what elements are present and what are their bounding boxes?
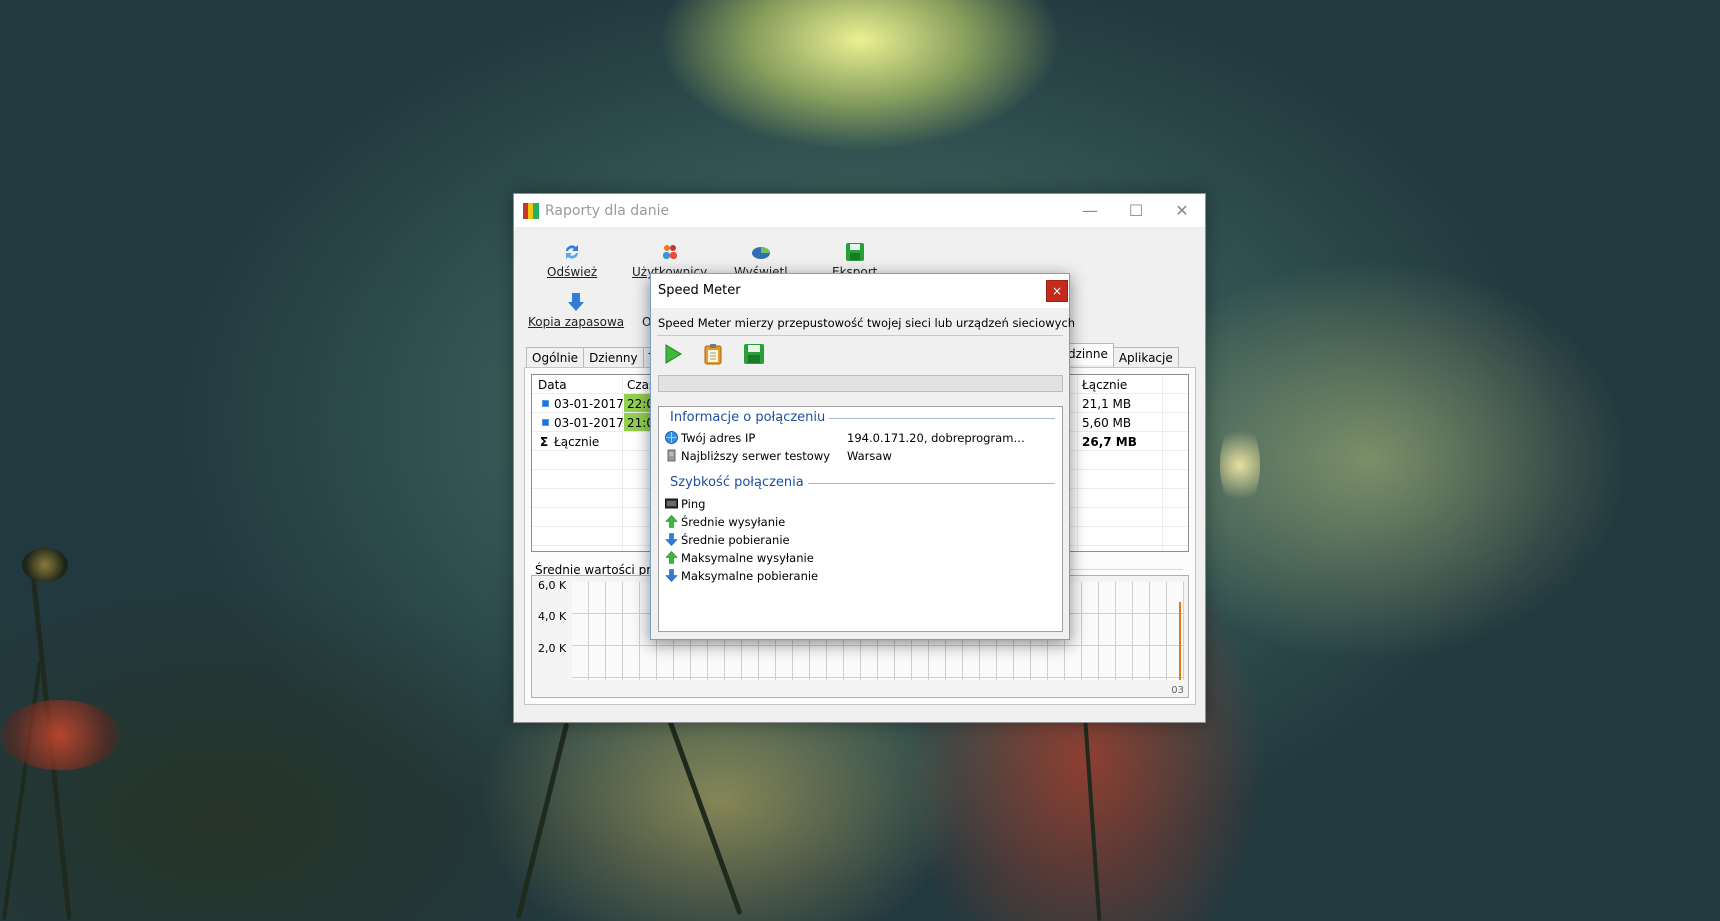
sum-label: Łącznie <box>554 435 600 449</box>
graph-y-label: 2,0 K <box>538 642 567 655</box>
section-connection-speed: Szybkość połączenia <box>670 475 808 490</box>
arrow-down-icon <box>665 569 678 582</box>
terminal-icon <box>665 498 678 509</box>
minimize-button[interactable]: — <box>1067 194 1113 227</box>
tab-general[interactable]: Ogólnie <box>526 347 585 367</box>
ip-address-value: 194.0.171.20, dobreprogramy sp. z o.o. <box>847 431 1025 445</box>
refresh-button[interactable]: Odśwież <box>547 242 597 279</box>
flower-bloom <box>1220 420 1260 510</box>
header-total[interactable]: Łącznie <box>1082 378 1127 392</box>
tab-strip-right: dzinne Aplikacje <box>1062 343 1179 367</box>
avg-download-label: Średnie pobieranie <box>681 533 790 547</box>
flower-stem <box>1 660 43 921</box>
speed-meter-dialog: Speed Meter × Speed Meter mierzy przepus… <box>650 273 1075 640</box>
flower-stem <box>662 705 743 916</box>
clipboard-icon[interactable] <box>702 343 724 365</box>
graph-x-label: 03 <box>1171 685 1184 696</box>
maximize-button[interactable]: ☐ <box>1113 194 1159 227</box>
app-icon <box>523 202 539 219</box>
sigma-icon: Σ <box>540 435 549 449</box>
description-separator <box>657 335 1063 336</box>
ip-address-label: Twój adres IP <box>681 431 756 445</box>
dialog-description: Speed Meter mierzy przepustowość twojej … <box>658 316 1076 330</box>
row-total: 5,60 MB <box>1082 416 1132 430</box>
main-titlebar[interactable]: Raporty dla danie — ☐ ✕ <box>514 194 1205 227</box>
max-download-label: Maksymalne pobieranie <box>681 569 819 583</box>
flower-stem <box>1082 710 1102 921</box>
connection-info-box: Informacje o połączeniu Twój adres IP 19… <box>658 406 1063 632</box>
test-server-value: Warsaw <box>847 449 892 463</box>
graph-y-label: 4,0 K <box>538 610 567 623</box>
row-total: 21,1 MB <box>1082 397 1132 411</box>
start-test-icon[interactable] <box>662 343 684 365</box>
flower-bloom <box>0 700 120 770</box>
test-progress-bar <box>658 375 1063 392</box>
section-divider <box>791 483 1055 484</box>
graph-y-label: 6,0 K <box>538 579 567 592</box>
section-connection-info: Informacje o połączeniu <box>670 410 830 425</box>
header-date[interactable]: Data <box>538 378 567 392</box>
arrow-up-icon <box>665 515 678 528</box>
backup-button[interactable]: Kopia zapasowa <box>528 292 624 329</box>
backup-label: Kopia zapasowa <box>528 315 625 329</box>
avg-upload-label: Średnie wysyłanie <box>681 515 786 529</box>
users-icon <box>662 245 677 259</box>
arrow-down-icon <box>568 293 585 311</box>
dialog-titlebar[interactable]: Speed Meter × <box>651 274 1069 308</box>
globe-icon <box>665 431 678 444</box>
graph-bar <box>1179 602 1181 680</box>
close-button[interactable]: ✕ <box>1159 194 1205 227</box>
tab-applications[interactable]: Aplikacje <box>1112 347 1179 367</box>
arrow-up-icon <box>665 551 678 564</box>
row-bullet-icon <box>542 419 549 426</box>
sum-total: 26,7 MB <box>1082 435 1137 449</box>
averages-separator <box>1055 569 1183 570</box>
row-bullet-icon <box>542 400 549 407</box>
max-upload-label: Maksymalne wysyłanie <box>681 551 814 565</box>
save-icon <box>845 243 864 261</box>
tab-daily[interactable]: Dzienny <box>583 347 644 367</box>
ping-label: Ping <box>681 497 706 511</box>
save-icon[interactable] <box>743 343 765 365</box>
chart-pie-icon <box>751 247 770 259</box>
dialog-close-button[interactable]: × <box>1046 280 1068 302</box>
flower-bloom <box>22 548 68 582</box>
window-title: Raporty dla danie <box>545 202 670 219</box>
row-date: 03-01-2017 <box>554 397 624 411</box>
server-icon <box>667 449 676 462</box>
section-divider <box>805 418 1055 419</box>
refresh-label: Odśwież <box>547 265 598 279</box>
test-server-label: Najbliższy serwer testowy <box>681 449 831 463</box>
arrow-down-icon <box>665 533 678 546</box>
flower-stem <box>515 722 570 919</box>
row-date: 03-01-2017 <box>554 416 624 430</box>
refresh-icon <box>566 245 579 259</box>
dialog-title: Speed Meter <box>658 283 741 298</box>
